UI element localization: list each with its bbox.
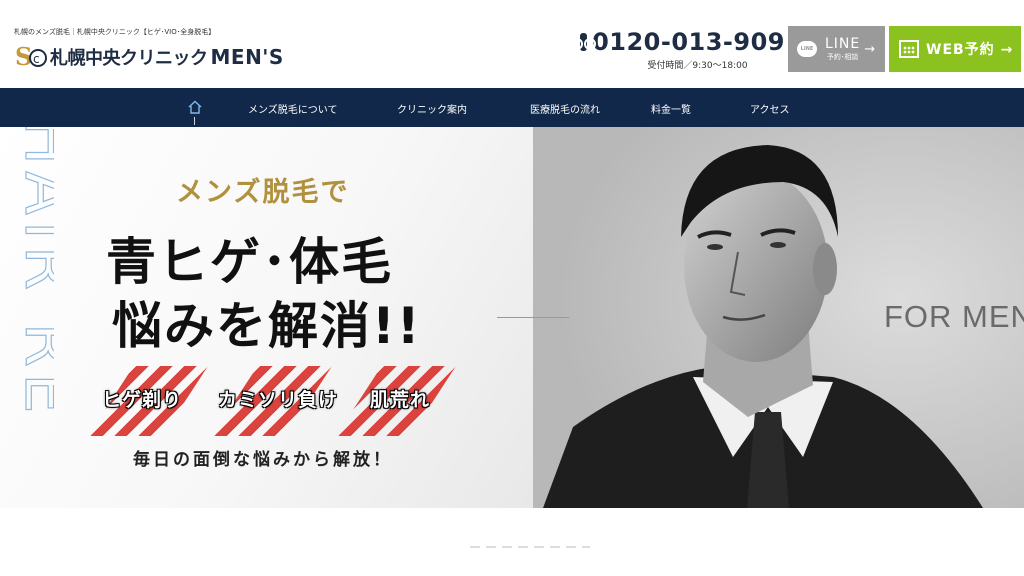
trouble-label: カミソリ負け: [218, 389, 339, 411]
line-icon: LINE: [797, 41, 817, 57]
trouble-label: 肌荒れ: [370, 389, 431, 411]
svg-text:c: c: [33, 52, 40, 66]
site-logo[interactable]: S c 札幌中央クリニック MEN'S: [14, 43, 284, 71]
phone-number[interactable]: 0120-013-909: [592, 28, 785, 56]
main-navigation: メンズ脱毛について クリニック案内 医療脱毛の流れ 料金一覧 アクセス: [0, 88, 1024, 127]
site-tagline: 札幌のメンズ脱毛｜札幌中央クリニック【ヒゲ･VIO･全身脱毛】: [14, 28, 216, 36]
clinic-logo-icon: S c: [15, 43, 47, 71]
logo-suffix: MEN'S: [210, 45, 284, 69]
web-reservation-button[interactable]: WEB予約 →: [889, 26, 1021, 72]
calendar-icon: [899, 40, 919, 58]
nav-item-treatment-flow[interactable]: 医療脱毛の流れ: [530, 101, 600, 116]
phone-contact[interactable]: 0120-013-909 受付時間／9:30～18:00: [570, 28, 785, 71]
nav-item-pricing[interactable]: 料金一覧: [651, 101, 691, 116]
arrow-right-icon: →: [864, 41, 876, 57]
logo-text: 札幌中央クリニック: [50, 48, 208, 69]
hero-slider[interactable]: HAIR RE メンズ脱毛で 青ヒゲ･体毛 悩みを解消!! ヒゲ剃り カミソリ負…: [0, 127, 1024, 508]
site-header: 札幌のメンズ脱毛｜札幌中央クリニック【ヒゲ･VIO･全身脱毛】 S c 札幌中央…: [0, 0, 1024, 88]
phone-hours: 受付時間／9:30～18:00: [647, 61, 748, 71]
vertical-outline-text: HAIR RE: [9, 127, 54, 420]
hero-copy-panel: HAIR RE メンズ脱毛で 青ヒゲ･体毛 悩みを解消!! ヒゲ剃り カミソリ負…: [0, 127, 533, 508]
line-consult-button[interactable]: LINE LINE 予約･相談 →: [788, 26, 885, 72]
hero-title-line2: 悩みを解消!!: [112, 297, 422, 355]
trouble-label: ヒゲ剃り: [102, 389, 183, 411]
line-button-label: LINE: [825, 35, 861, 52]
page-below-fold: [0, 508, 1024, 576]
web-button-label: WEB予約 →: [926, 42, 1014, 58]
line-button-sublabel: 予約･相談: [826, 52, 859, 61]
nav-item-access[interactable]: アクセス: [750, 101, 790, 116]
for-men-label: FOR MEN: [884, 299, 1024, 334]
nav-item-mens-hair-removal[interactable]: メンズ脱毛について: [248, 101, 338, 116]
home-icon: [188, 100, 202, 114]
nav-item-clinic-info[interactable]: クリニック案内: [397, 101, 467, 116]
svg-text:HAIR RE: HAIR RE: [10, 127, 54, 420]
hero-note: 毎日の面倒な悩みから解放！: [133, 450, 393, 470]
hero-title-line1: 青ヒゲ･体毛: [106, 233, 393, 291]
hero-divider-line: [497, 317, 569, 318]
hero-model-photo: FOR MEN: [533, 127, 1024, 508]
free-dial-icon: [570, 33, 597, 51]
hero-subtitle: メンズ脱毛で: [176, 177, 350, 208]
arrow-right-icon: →: [1000, 42, 1014, 58]
nav-home[interactable]: [187, 99, 203, 125]
